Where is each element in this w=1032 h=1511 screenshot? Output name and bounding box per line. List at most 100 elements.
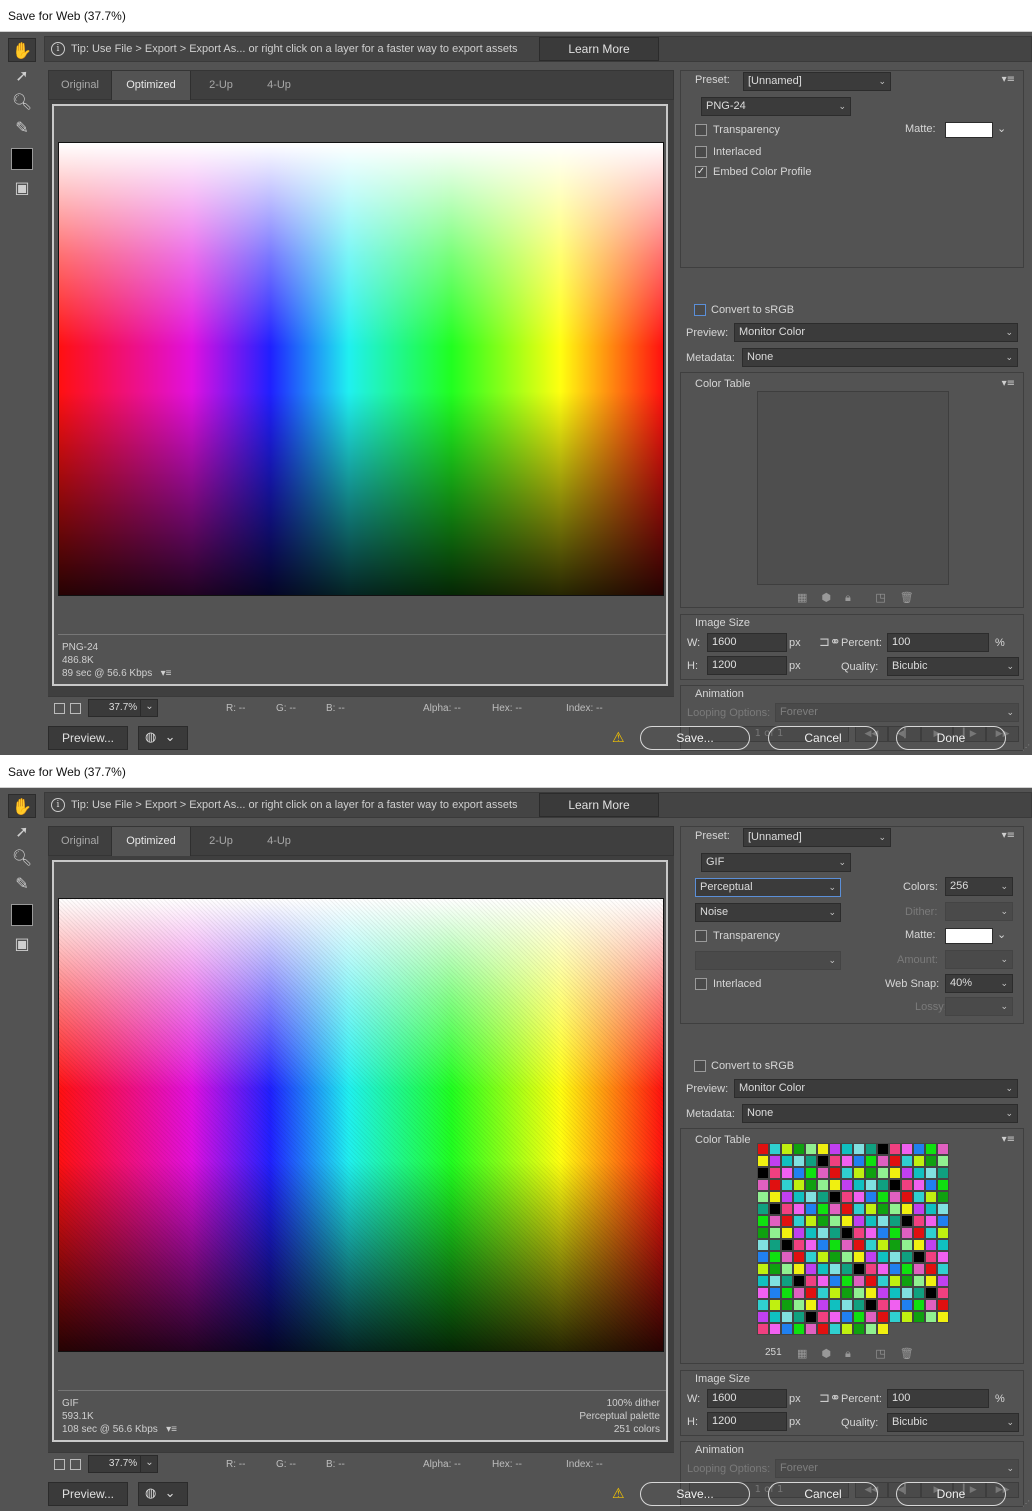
color-swatch[interactable] <box>865 1275 877 1287</box>
color-swatch[interactable] <box>925 1299 937 1311</box>
color-swatch[interactable] <box>913 1203 925 1215</box>
browser-select[interactable]: ◍ ⌄ <box>138 726 188 750</box>
hand-icon[interactable]: ✋ <box>8 794 36 818</box>
tab-2up[interactable]: 2-Up <box>191 71 251 100</box>
percent-input[interactable]: 100 <box>887 633 989 652</box>
embed-color-profile-checkbox[interactable]: ✓ <box>695 166 707 178</box>
color-swatch[interactable] <box>769 1179 781 1191</box>
color-swatch[interactable] <box>901 1251 913 1263</box>
color-swatch[interactable] <box>781 1239 793 1251</box>
color-swatch[interactable] <box>865 1215 877 1227</box>
color-swatch[interactable] <box>781 1191 793 1203</box>
color-swatch[interactable] <box>865 1311 877 1323</box>
done-button[interactable]: Done <box>896 1482 1006 1506</box>
interlaced-checkbox[interactable] <box>695 978 707 990</box>
color-swatch[interactable] <box>805 1311 817 1323</box>
color-swatch[interactable] <box>817 1251 829 1263</box>
preview-image[interactable] <box>58 142 664 596</box>
color-swatch[interactable] <box>877 1203 889 1215</box>
color-swatch[interactable] <box>877 1287 889 1299</box>
color-swatch[interactable] <box>901 1227 913 1239</box>
color-swatch[interactable] <box>781 1167 793 1179</box>
interlaced-checkbox[interactable] <box>695 146 707 158</box>
color-swatch[interactable] <box>937 1155 949 1167</box>
color-swatch[interactable] <box>913 1263 925 1275</box>
color-swatch[interactable] <box>937 1251 949 1263</box>
cube-icon[interactable]: ⬢ <box>821 1347 831 1360</box>
color-swatch[interactable] <box>793 1263 805 1275</box>
color-swatch[interactable] <box>793 1275 805 1287</box>
color-swatch[interactable] <box>925 1263 937 1275</box>
color-swatch[interactable] <box>805 1191 817 1203</box>
color-swatch[interactable] <box>913 1215 925 1227</box>
color-swatch[interactable] <box>841 1239 853 1251</box>
color-swatch[interactable] <box>925 1143 937 1155</box>
color-swatch[interactable] <box>901 1167 913 1179</box>
eyedropper-icon[interactable]: ✎ <box>8 116 36 140</box>
color-swatch[interactable] <box>865 1155 877 1167</box>
looping-select[interactable]: Forever ⌄ <box>775 703 1019 722</box>
color-swatch[interactable] <box>877 1215 889 1227</box>
optimized-preview-pane[interactable]: GIF 593.1K 108 sec @ 56.6 Kbps ▾≡ 100% d… <box>52 860 668 1442</box>
color-swatch[interactable] <box>817 1227 829 1239</box>
chevron-down-icon[interactable]: ⌄ <box>140 1455 158 1473</box>
color-swatch[interactable] <box>901 1191 913 1203</box>
color-swatch[interactable] <box>817 1287 829 1299</box>
color-swatch[interactable] <box>865 1287 877 1299</box>
optimize-menu-icon[interactable]: ▾≡ <box>1002 74 1015 85</box>
color-swatch[interactable] <box>913 1287 925 1299</box>
color-swatch[interactable] <box>757 1311 769 1323</box>
chevron-down-icon[interactable]: ⌄ <box>140 699 158 717</box>
color-swatch[interactable] <box>937 1215 949 1227</box>
color-swatch[interactable] <box>853 1179 865 1191</box>
color-swatch[interactable] <box>889 1239 901 1251</box>
color-swatch[interactable] <box>901 1287 913 1299</box>
zoom-out-icon[interactable] <box>54 1459 65 1470</box>
color-swatch[interactable] <box>841 1143 853 1155</box>
color-swatch[interactable] <box>829 1203 841 1215</box>
color-swatch[interactable] <box>829 1287 841 1299</box>
color-swatch[interactable] <box>769 1239 781 1251</box>
tab-4up[interactable]: 4-Up <box>251 71 307 100</box>
color-swatch[interactable] <box>841 1179 853 1191</box>
info-menu-icon[interactable]: ▾≡ <box>166 1424 177 1435</box>
trash-icon[interactable]: 🗑︎ <box>900 1347 914 1360</box>
convert-srgb-checkbox[interactable] <box>694 1060 706 1072</box>
preview-in-browser-button[interactable]: Preview... <box>48 726 128 750</box>
color-swatch[interactable] <box>805 1239 817 1251</box>
color-swatch[interactable] <box>901 1215 913 1227</box>
color-swatch[interactable] <box>853 1287 865 1299</box>
color-swatch[interactable] <box>877 1251 889 1263</box>
lock-icon[interactable]: 🔒︎ <box>845 591 851 604</box>
color-swatch[interactable] <box>865 1323 877 1335</box>
color-swatch[interactable] <box>925 1287 937 1299</box>
color-swatch[interactable] <box>793 1215 805 1227</box>
eyedropper-icon[interactable]: ✎ <box>8 872 36 896</box>
tab-2up[interactable]: 2-Up <box>191 827 251 856</box>
color-swatch[interactable] <box>793 1287 805 1299</box>
color-swatch[interactable] <box>793 1155 805 1167</box>
color-swatch[interactable] <box>841 1287 853 1299</box>
link-dimensions-icon[interactable]: ⊐⚭ <box>819 635 841 650</box>
color-swatch[interactable] <box>937 1191 949 1203</box>
color-swatch[interactable] <box>913 1227 925 1239</box>
color-swatch[interactable] <box>805 1143 817 1155</box>
color-swatch[interactable] <box>769 1143 781 1155</box>
color-swatch[interactable] <box>829 1275 841 1287</box>
color-swatch[interactable] <box>925 1311 937 1323</box>
web-shift-icon[interactable]: ▦ <box>797 591 807 604</box>
color-swatch[interactable] <box>829 1143 841 1155</box>
color-swatch[interactable] <box>925 1239 937 1251</box>
color-swatch[interactable] <box>937 1311 949 1323</box>
color-swatch[interactable] <box>757 1191 769 1203</box>
color-swatch[interactable] <box>805 1179 817 1191</box>
color-swatch[interactable] <box>805 1263 817 1275</box>
color-swatch[interactable] <box>865 1203 877 1215</box>
color-swatch[interactable] <box>925 1215 937 1227</box>
color-swatch[interactable] <box>829 1179 841 1191</box>
color-swatch[interactable] <box>913 1311 925 1323</box>
cancel-button[interactable]: Cancel <box>768 726 878 750</box>
color-swatch[interactable] <box>913 1251 925 1263</box>
color-swatch[interactable] <box>817 1179 829 1191</box>
color-swatch[interactable] <box>889 1191 901 1203</box>
